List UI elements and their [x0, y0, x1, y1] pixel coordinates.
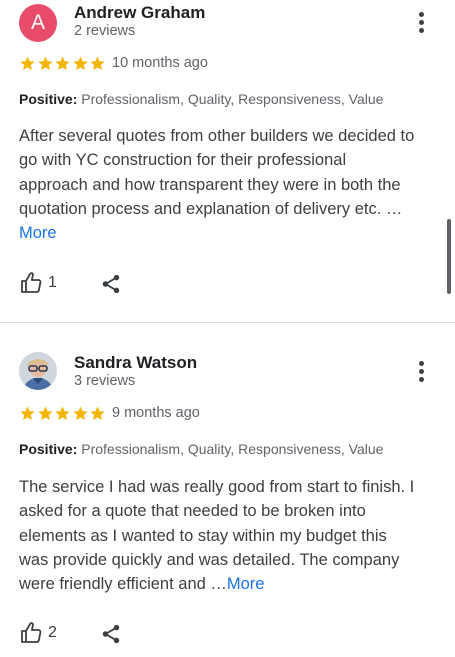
positive-attributes: Positive: Professionalism, Quality, Resp…	[19, 91, 439, 107]
star-icon	[89, 55, 106, 72]
star-icon	[89, 405, 106, 422]
review-text-line: quotation process and explanation of del…	[19, 199, 403, 218]
scrollbar-thumb[interactable]	[447, 219, 451, 294]
reviewer-name[interactable]: Andrew Graham	[74, 3, 205, 23]
avatar[interactable]	[19, 352, 57, 390]
positive-label: Positive:	[19, 91, 78, 107]
star-icon	[37, 55, 54, 72]
positive-attributes: Positive: Professionalism, Quality, Resp…	[19, 441, 439, 457]
divider	[0, 322, 455, 323]
review-text-line: approach and how transparent they were i…	[19, 175, 401, 194]
review-text-line: go with YC construction for their profes…	[19, 151, 347, 170]
avatar[interactable]: A	[19, 4, 57, 42]
reviewer-review-count: 2 reviews	[74, 23, 136, 39]
reviewer-review-count: 3 reviews	[74, 373, 136, 389]
review-text-line: elements as I wanted to stay within my b…	[19, 526, 387, 545]
star-icon	[72, 405, 89, 422]
thumb-up-icon	[19, 621, 43, 645]
more-vert-icon[interactable]	[412, 9, 432, 35]
like-count: 1	[48, 274, 57, 291]
more-vert-icon[interactable]	[412, 358, 432, 384]
review-text: The service I had was really good from s…	[19, 475, 443, 596]
review-text: After several quotes from other builders…	[19, 124, 443, 245]
review-date: 10 months ago	[112, 55, 208, 71]
star-rating	[19, 405, 107, 423]
star-rating	[19, 55, 107, 73]
review-text-line: After several quotes from other builders…	[19, 127, 415, 145]
review-text-line: The service I had was really good from s…	[19, 478, 415, 496]
like-button[interactable]: 2	[19, 620, 57, 646]
review-date: 9 months ago	[112, 405, 200, 421]
thumb-up-icon	[19, 271, 43, 295]
star-icon	[54, 55, 71, 72]
reviewer-name[interactable]: Sandra Watson	[74, 353, 197, 373]
review-text-line: asked for a quote that needed to be brok…	[19, 502, 366, 521]
positive-values: Professionalism, Quality, Responsiveness…	[77, 441, 384, 457]
star-icon	[37, 405, 54, 422]
positive-values: Professionalism, Quality, Responsiveness…	[77, 91, 384, 107]
positive-label: Positive:	[19, 441, 78, 457]
star-icon	[19, 405, 36, 422]
like-count: 2	[48, 624, 57, 641]
star-icon	[19, 55, 36, 72]
share-icon[interactable]	[100, 272, 122, 296]
review-text-line: was provide quickly and was detailed. Th…	[19, 550, 400, 569]
profile-photo	[19, 352, 57, 390]
share-icon[interactable]	[100, 622, 122, 646]
more-link[interactable]: More	[227, 575, 265, 593]
like-button[interactable]: 1	[19, 270, 57, 296]
review-text-line: were friendly efficient and …	[19, 575, 227, 594]
star-icon	[54, 405, 71, 422]
more-link[interactable]: More	[19, 224, 57, 242]
star-icon	[72, 55, 89, 72]
